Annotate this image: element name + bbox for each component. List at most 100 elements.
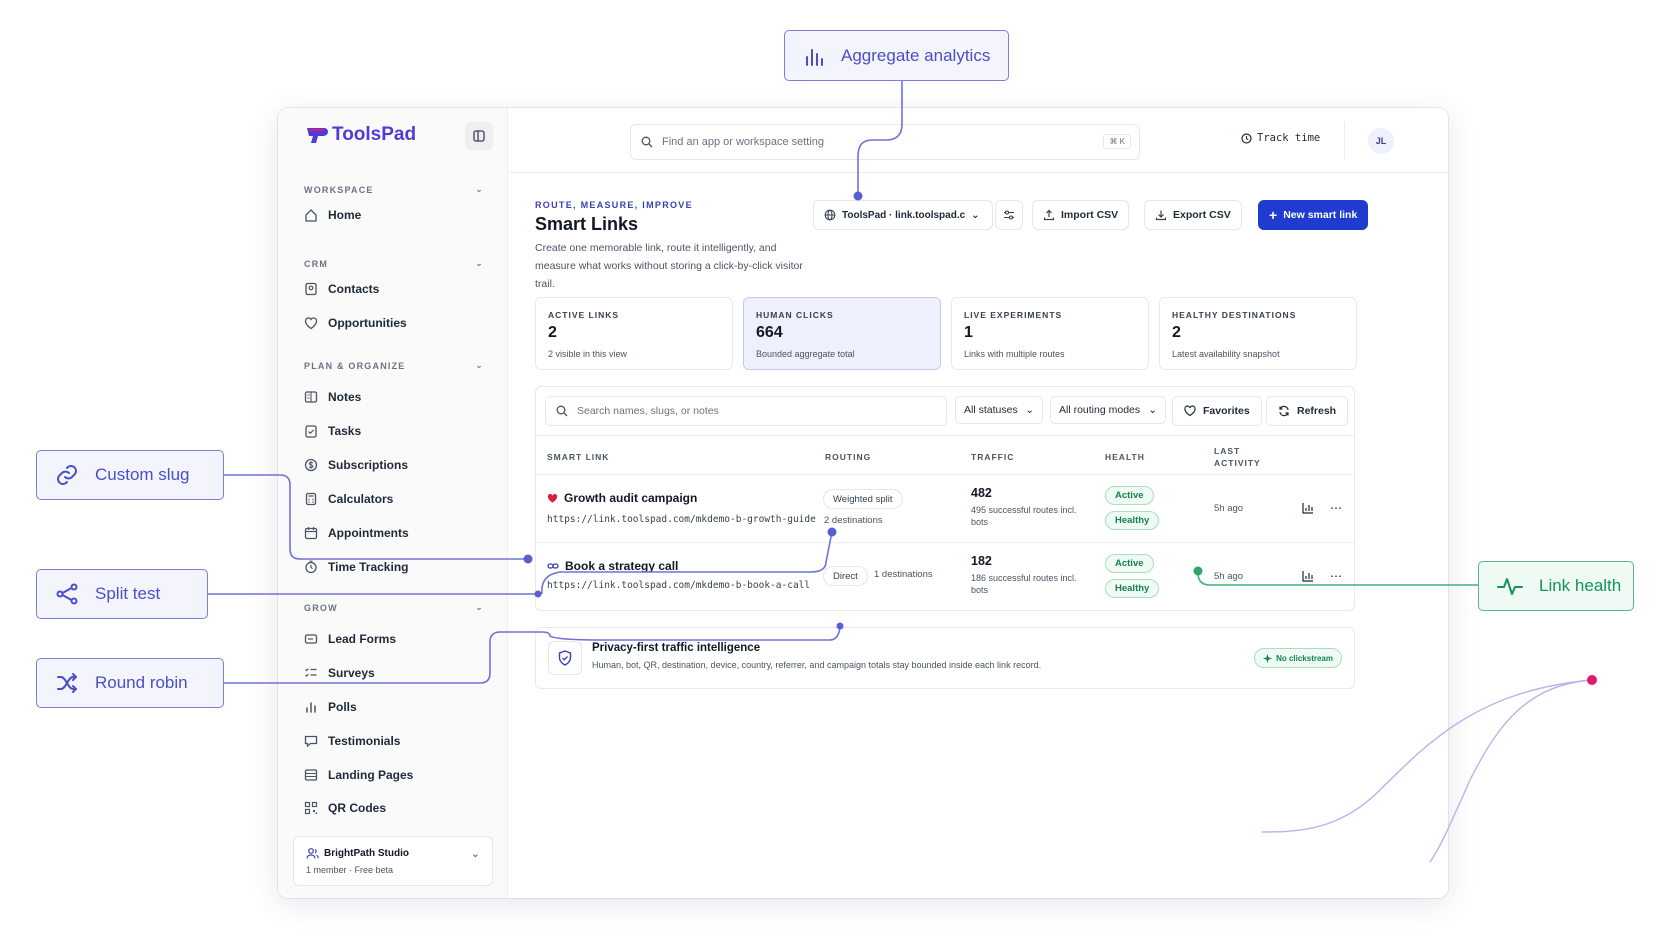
sidebar-item-label: Opportunities (328, 316, 407, 330)
no-clickstream-label: No clickstream (1276, 653, 1333, 663)
sidebar-item-notes[interactable]: Notes (304, 390, 361, 404)
more-options-icon[interactable]: ⋯ (1328, 568, 1344, 584)
sidebar-item-label: Tasks (328, 424, 362, 438)
sidebar-item-label: Calculators (328, 492, 394, 506)
sidebar-collapse-button[interactable] (465, 122, 493, 150)
health-badge: Healthy (1105, 579, 1160, 598)
page-title: Smart Links (535, 214, 639, 234)
column-header-routing: ROUTING (825, 452, 872, 462)
opportunities-icon (304, 317, 318, 330)
more-options-icon[interactable]: ⋯ (1328, 500, 1344, 516)
stat-label: ACTIVE LINKS (548, 310, 620, 320)
domain-settings-button[interactable] (995, 200, 1023, 230)
analytics-icon[interactable] (1300, 500, 1316, 516)
analytics-icon[interactable] (1300, 568, 1316, 584)
track-time-button[interactable]: Track time (1241, 132, 1320, 144)
tasks-icon (305, 425, 317, 438)
sidebar-item-landing-pages[interactable]: Landing Pages (304, 768, 413, 782)
stat-note: 2 visible in this view (548, 349, 628, 359)
traffic-count: 182 (971, 554, 992, 568)
favorites-button[interactable]: Favorites (1172, 396, 1262, 426)
link-name-text: Book a strategy call (565, 559, 679, 573)
app-window: ToolsPad WORKSPACE ⌄ Home CRM ⌄ Contacts… (278, 108, 1448, 898)
sidebar-item-calculators[interactable]: Calculators (304, 492, 393, 506)
stat-card-live-experiments: LIVE EXPERIMENTS 1 Links with multiple r… (951, 297, 1149, 370)
search-placeholder: Find an app or workspace setting (662, 136, 825, 148)
avatar[interactable]: JL (1368, 128, 1394, 154)
last-activity: 5h ago (1214, 503, 1244, 514)
section-grow[interactable]: GROW ⌄ (304, 602, 484, 613)
stat-card-human-clicks[interactable]: HUMAN CLICKS 664 Bounded aggregate total (743, 297, 941, 370)
traffic-detail: 495 successful routes incl. bots (971, 505, 1077, 527)
column-header-health: HEALTH (1105, 452, 1145, 462)
refresh-icon (1279, 405, 1289, 417)
link-icon (57, 465, 77, 485)
sidebar-item-contacts[interactable]: Contacts (304, 282, 379, 296)
split-icon (56, 583, 78, 605)
chevron-down-icon: ⌄ (475, 258, 484, 268)
sidebar-item-qr-codes[interactable]: QR Codes (304, 801, 386, 815)
new-smart-link-label: New smart link (1283, 209, 1358, 221)
bar-chart-icon (806, 48, 823, 66)
link-name-row-2[interactable]: Book a strategy call (547, 559, 678, 573)
heart-filled-icon (547, 493, 558, 503)
callout-label: Link health (1539, 576, 1622, 595)
sidebar-item-surveys[interactable]: Surveys (304, 666, 375, 680)
destinations-count: 2 destinations (824, 515, 883, 526)
sidebar-item-lead-forms[interactable]: Lead Forms (304, 632, 396, 646)
sidebar-item-testimonials[interactable]: Testimonials (304, 734, 400, 748)
sidebar-item-tasks[interactable]: Tasks (304, 424, 361, 438)
privacy-text: Human, bot, QR, destination, device, cou… (592, 660, 1042, 670)
section-title: PLAN & ORGANIZE (304, 360, 406, 371)
callout-label: Split test (95, 584, 161, 603)
stat-value: 2 (1172, 324, 1181, 341)
brand-logo[interactable]: ToolsPad (306, 124, 416, 146)
sidebar-item-label: Appointments (328, 526, 409, 540)
link-url[interactable]: https://link.toolspad.com/mkdemo-b-book-… (547, 580, 810, 591)
sidebar-item-home[interactable]: Home (304, 208, 361, 222)
domain-select[interactable]: ToolsPad · link.toolspad.c ⌄ (813, 200, 993, 230)
routing-pill: Direct (823, 566, 868, 586)
stat-value: 2 (548, 324, 557, 341)
import-csv-button[interactable]: Import CSV (1032, 200, 1130, 230)
section-title: GROW (304, 602, 338, 613)
link-search-input[interactable]: Search names, slugs, or notes (545, 396, 947, 426)
status-filter-select[interactable]: All statuses ⌄ (955, 396, 1043, 424)
link-name-row-1[interactable]: Growth audit campaign (547, 491, 697, 505)
stat-label: LIVE EXPERIMENTS (964, 310, 1063, 320)
sidebar-item-polls[interactable]: Polls (304, 700, 357, 714)
upload-icon (1043, 209, 1055, 221)
shortcut-hint: ⌘ K (1103, 134, 1131, 149)
sidebar-item-appointments[interactable]: Appointments (304, 526, 409, 540)
chevron-down-icon: ⌄ (475, 184, 484, 194)
routing-filter-select[interactable]: All routing modes ⌄ (1050, 396, 1166, 424)
stat-label: HUMAN CLICKS (756, 310, 834, 320)
workspace-switcher[interactable]: BrightPath Studio 1 member · Free beta ⌄ (293, 836, 493, 886)
sidebar-item-opportunities[interactable]: Opportunities (304, 316, 407, 330)
callout-round-robin: Round robin (36, 658, 224, 708)
sidebar-item-label: Polls (328, 700, 357, 714)
callout-custom-slug: Custom slug (36, 450, 224, 500)
sidebar-item-time-tracking[interactable]: Time Tracking (304, 560, 408, 574)
users-icon (306, 848, 319, 859)
export-csv-button[interactable]: Export CSV (1144, 200, 1242, 230)
chevron-down-icon: ⌄ (475, 360, 484, 370)
refresh-button[interactable]: Refresh (1266, 396, 1349, 426)
stat-note: Bounded aggregate total (756, 349, 855, 359)
new-smart-link-button[interactable]: + New smart link (1258, 200, 1369, 230)
section-plan-organize[interactable]: PLAN & ORGANIZE ⌄ (304, 360, 484, 371)
traffic-count: 482 (971, 486, 992, 500)
chevron-down-icon: ⌄ (1025, 404, 1034, 416)
sidebar-item-subscriptions[interactable]: Subscriptions (304, 458, 408, 472)
section-crm[interactable]: CRM ⌄ (304, 258, 484, 269)
shuffle-icon (57, 673, 77, 693)
toolspad-logo-icon (307, 128, 328, 143)
stat-value: 1 (964, 324, 973, 341)
heart-icon (1184, 405, 1196, 417)
link-url[interactable]: https://link.toolspad.com/mkdemo-b-growt… (547, 514, 816, 525)
app-search-input[interactable]: Find an app or workspace setting ⌘ K (630, 124, 1140, 160)
home-icon (305, 209, 317, 222)
traffic-detail: 186 successful routes incl. bots (971, 573, 1077, 595)
callout-label: Custom slug (95, 465, 190, 484)
section-workspace[interactable]: WORKSPACE ⌄ (304, 184, 484, 195)
